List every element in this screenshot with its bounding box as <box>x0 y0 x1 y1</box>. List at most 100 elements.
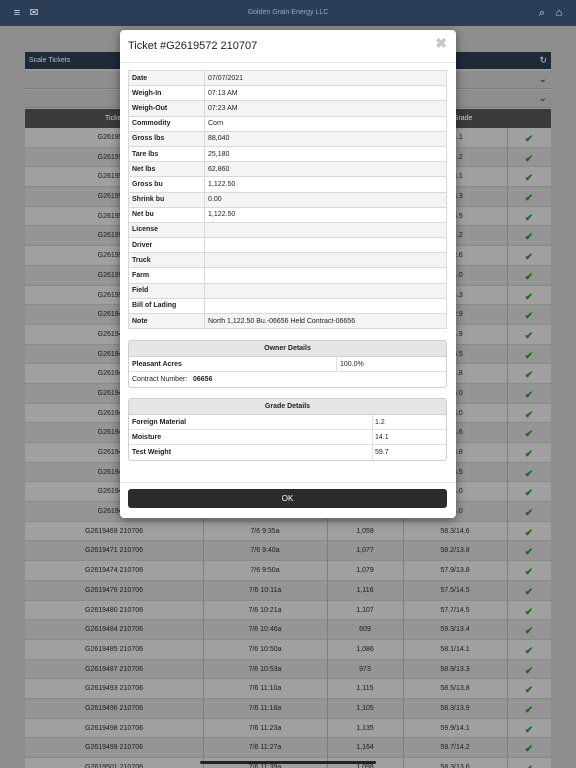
check-icon: ✔ <box>524 665 534 677</box>
table-row[interactable]: G2619474 210706 7/6 9:50a 1,079 57.9/13.8 ✔ <box>25 561 551 581</box>
ticket-grade: 57.5/14.5 <box>440 586 470 594</box>
search-icon[interactable]: ⌕ <box>535 6 549 20</box>
detail-row: Commodity Corn <box>128 115 447 132</box>
ticket-grade: 58.2/13.8 <box>440 547 470 555</box>
ticket-grade: 58.3/14.6 <box>440 527 470 535</box>
table-row[interactable]: G2619498 210706 7/6 11:23a 1,135 59.9/14.1 ✔ <box>25 718 551 739</box>
ticket-number: G2619469 210706 <box>85 527 143 535</box>
check-icon: ✔ <box>524 626 534 638</box>
grade-label: Moisture <box>132 434 162 441</box>
ticket-date: 7/6 11:18a <box>248 704 282 712</box>
detail-label: Farm <box>128 267 205 284</box>
ticket-net: 1,135 <box>356 724 374 732</box>
table-row[interactable]: G2619499 210706 7/6 11:27a 1,164 59.7/14.2 ✔ <box>25 738 551 758</box>
ticket-net: 1,116 <box>356 586 374 594</box>
ticket-net: 1,107 <box>356 606 374 614</box>
check-icon: ✔ <box>524 173 534 185</box>
owner-details: Owner Details Pleasant Acres 100.0% Cont… <box>128 340 447 388</box>
detail-label: Date <box>128 69 205 87</box>
check-icon: ✔ <box>524 685 534 697</box>
check-icon: ✔ <box>524 567 534 579</box>
detail-value: 07/07/2021 <box>204 69 447 87</box>
detail-label: Bill of Lading <box>128 297 205 315</box>
check-icon: ✔ <box>524 468 534 480</box>
check-icon: ✔ <box>524 606 534 618</box>
detail-label: Net lbs <box>128 161 205 178</box>
contract-label: Contract Number: <box>132 376 188 383</box>
check-icon: ✔ <box>524 330 534 342</box>
detail-value: 62,860 <box>204 161 447 178</box>
home-icon[interactable]: ⌂ <box>552 6 566 20</box>
detail-row: Date 07/07/2021 <box>128 69 447 87</box>
detail-value: 88,040 <box>204 130 447 147</box>
detail-row: Farm <box>128 267 447 284</box>
close-icon[interactable]: ✖ <box>435 35 447 52</box>
ticket-number: G2619498 210706 <box>85 724 143 732</box>
check-icon: ✔ <box>524 232 534 244</box>
detail-value: 25,180 <box>204 145 447 163</box>
ticket-date: 7/6 11:39a <box>248 764 282 768</box>
detail-row: Truck <box>128 252 447 269</box>
divider <box>120 482 456 483</box>
table-row[interactable]: G2619484 210706 7/6 10:46a 609 59.3/13.4 ✔ <box>25 620 551 640</box>
detail-row: Tare lbs 25,180 <box>128 145 447 163</box>
ticket-net: 1,077 <box>356 547 374 555</box>
detail-value: 1,122.50 <box>204 206 447 223</box>
detail-value <box>204 267 447 284</box>
table-row[interactable]: G2619469 210706 7/6 9:35a 1,059 58.3/14.6 ✔ <box>25 521 551 542</box>
scrollbar[interactable] <box>200 761 376 764</box>
ticket-net: 1,059 <box>356 527 374 535</box>
ticket-net: 1,115 <box>356 685 374 693</box>
check-icon: ✔ <box>524 271 534 283</box>
table-row[interactable]: G2619493 210706 7/6 11:10a 1,115 58.5/13.8 ✔ <box>25 679 551 699</box>
check-icon: ✔ <box>524 409 534 421</box>
table-row[interactable]: G2619476 210706 7/6 10:11a 1,116 57.5/14.5 ✔ <box>25 580 551 601</box>
detail-label: Note <box>128 312 205 330</box>
contract-row: Contract Number: 06656 <box>129 372 446 387</box>
ticket-number: G2619499 210706 <box>85 744 143 752</box>
detail-row: Weigh-Out 07:23 AM <box>128 100 447 117</box>
ticket-date: 7/6 9:50a <box>250 567 280 575</box>
owner-details-heading: Owner Details <box>129 341 446 357</box>
check-icon: ✔ <box>524 193 534 205</box>
ok-button[interactable]: OK <box>128 489 447 508</box>
table-row[interactable]: G2619480 210706 7/6 10:21a 1,107 57.7/14.5 ✔ <box>25 600 551 621</box>
refresh-icon[interactable]: ↻ <box>539 55 547 66</box>
divider <box>372 430 373 444</box>
ticket-number: G2619485 210706 <box>85 645 143 653</box>
detail-label: Weigh-In <box>128 85 205 102</box>
grade-value: 59.7 <box>375 449 389 456</box>
ticket-net: 1,086 <box>356 645 374 653</box>
owner-row: Pleasant Acres 100.0% <box>129 357 446 372</box>
check-icon: ✔ <box>524 429 534 441</box>
check-icon: ✔ <box>524 212 534 224</box>
check-icon: ✔ <box>524 350 534 362</box>
contract-number: 06656 <box>193 376 213 383</box>
chevron-down-icon: ⌄ <box>538 74 547 85</box>
ticket-net: 1,079 <box>356 567 374 575</box>
detail-value: 1,122.50 <box>204 176 447 193</box>
check-icon: ✔ <box>524 389 534 401</box>
column-divider <box>507 128 508 768</box>
ticket-date: 7/6 11:10a <box>248 685 282 693</box>
detail-label: Net bu <box>128 206 205 223</box>
table-row[interactable]: G2619487 210706 7/6 10:53a 973 58.9/13.3 ✔ <box>25 659 551 680</box>
table-row[interactable]: G2619471 210706 7/6 9:40a 1,077 58.2/13.8 ✔ <box>25 541 551 562</box>
grade-row: Foreign Material 1.2 <box>129 415 446 430</box>
table-row[interactable]: G2619496 210706 7/6 11:18a 1,105 58.3/13.9 ✔ <box>25 698 551 719</box>
grade-details: Grade Details Foreign Material 1.2 Moistur… <box>128 398 447 461</box>
detail-value <box>204 221 447 239</box>
divider <box>120 62 456 63</box>
grade-label: Test Weight <box>132 449 172 456</box>
ticket-net: 1,164 <box>356 744 374 752</box>
detail-label: Tare lbs <box>128 145 205 163</box>
ticket-grade: 59.9/14.1 <box>440 724 470 732</box>
ticket-grade: 57.9/13.8 <box>440 567 470 575</box>
ticket-number: G2619501 210706 <box>85 764 143 768</box>
detail-label: Field <box>128 282 205 299</box>
table-row[interactable]: G2619485 210706 7/6 10:50a 1,086 58.1/14.1 ✔ <box>25 639 551 660</box>
owner-percent: 100.0% <box>340 361 364 368</box>
grade-label: Foreign Material <box>132 419 187 426</box>
detail-row: Driver <box>128 237 447 254</box>
ticket-net: 1,105 <box>356 704 374 712</box>
